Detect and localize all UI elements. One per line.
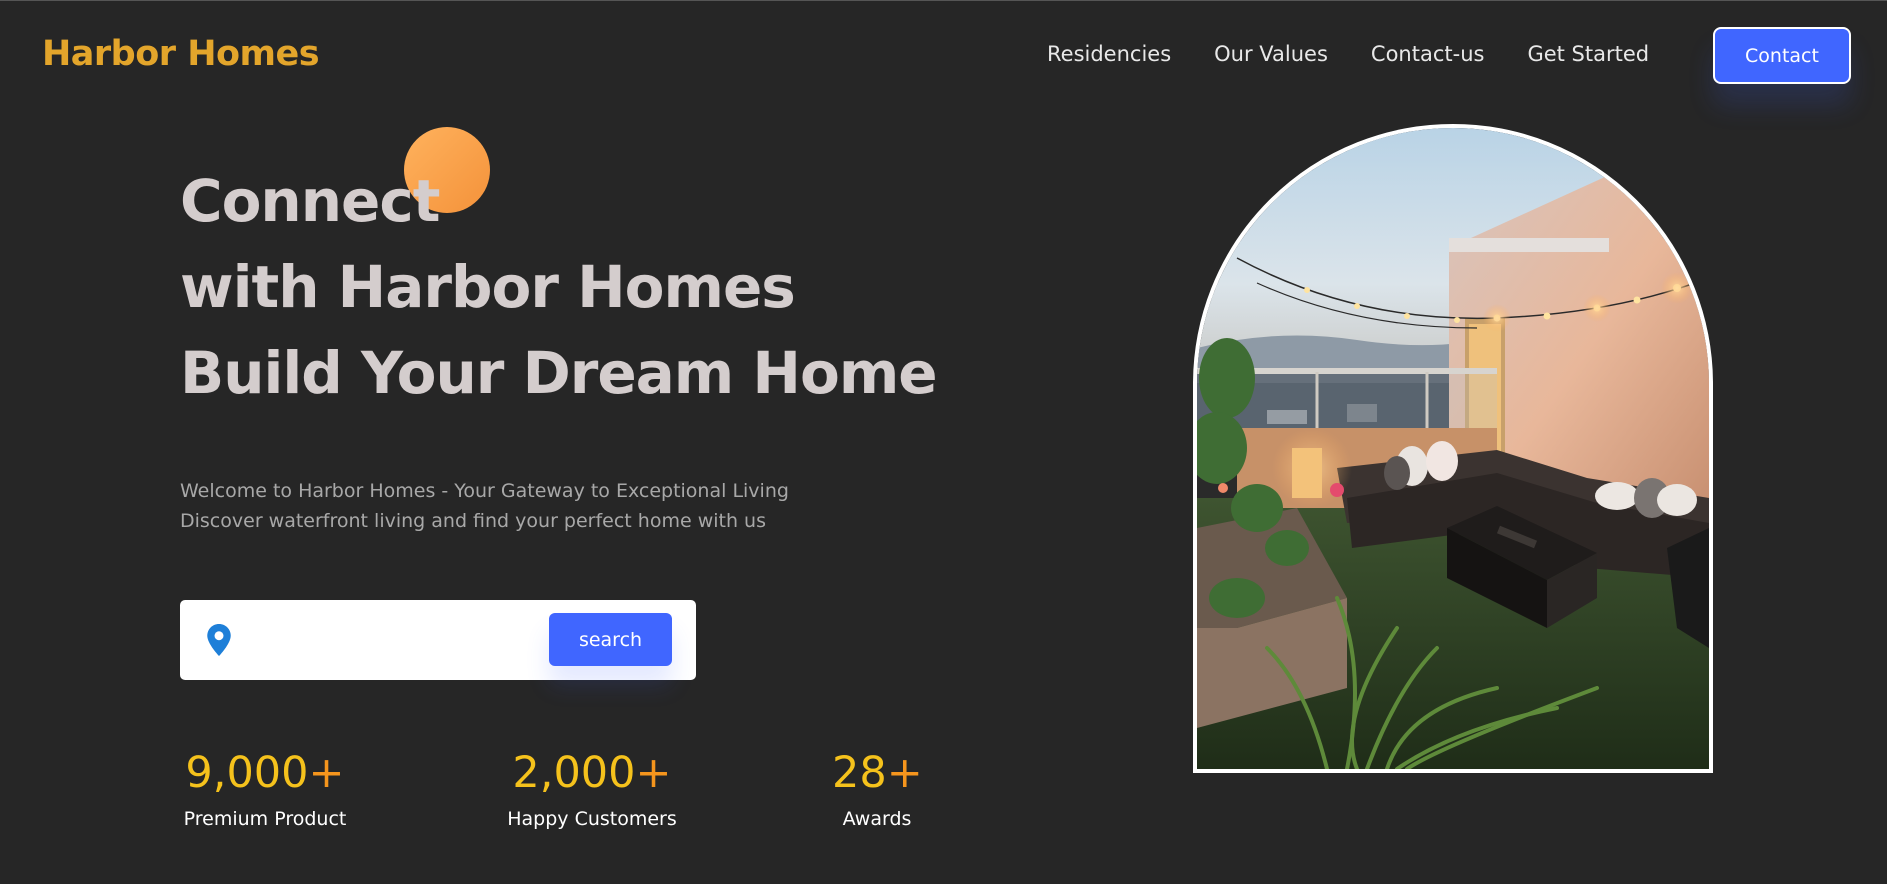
search-button[interactable]: search — [549, 613, 672, 666]
main-nav: Residencies Our Values Contact-us Get St… — [1047, 42, 1692, 66]
hero-title-line-2: with Harbor Homes — [180, 253, 796, 321]
hero-subtitle-line-2: Discover waterfront living and find your… — [180, 510, 766, 532]
hero-title-line-1: Connect — [180, 167, 440, 235]
stat-happy-customers: 2,000+ Happy Customers — [502, 748, 682, 830]
location-pin-icon — [207, 624, 231, 656]
hero-title-line-3: Build Your Dream Home — [180, 339, 938, 407]
stat-awards: 28+ Awards — [832, 748, 923, 830]
nav-residencies[interactable]: Residencies — [1047, 42, 1171, 66]
rooftop-terrace-illustration — [1197, 128, 1709, 769]
hero-image — [1193, 124, 1713, 773]
top-border — [0, 0, 1887, 1]
stat-number: 28+ — [832, 748, 923, 798]
stat-premium-product: 9,000+ Premium Product — [180, 748, 350, 830]
search-input[interactable] — [250, 618, 520, 662]
hero-title: Connect with Harbor Homes Build Your Dre… — [180, 158, 938, 416]
logo[interactable]: Harbor Homes — [42, 34, 320, 74]
hero-subtitle-line-1: Welcome to Harbor Homes - Your Gateway t… — [180, 480, 789, 502]
contact-button[interactable]: Contact — [1713, 27, 1851, 84]
search-bar: search — [180, 600, 696, 680]
stat-label: Awards — [842, 808, 912, 830]
stat-label: Premium Product — [183, 808, 347, 830]
nav-contact-us[interactable]: Contact-us — [1371, 42, 1485, 66]
stat-number: 2,000+ — [512, 748, 672, 798]
nav-get-started[interactable]: Get Started — [1527, 42, 1649, 66]
stat-number: 9,000+ — [185, 748, 345, 798]
nav-our-values[interactable]: Our Values — [1214, 42, 1328, 66]
stat-label: Happy Customers — [507, 808, 677, 830]
hero-subtitle: Welcome to Harbor Homes - Your Gateway t… — [180, 476, 789, 536]
